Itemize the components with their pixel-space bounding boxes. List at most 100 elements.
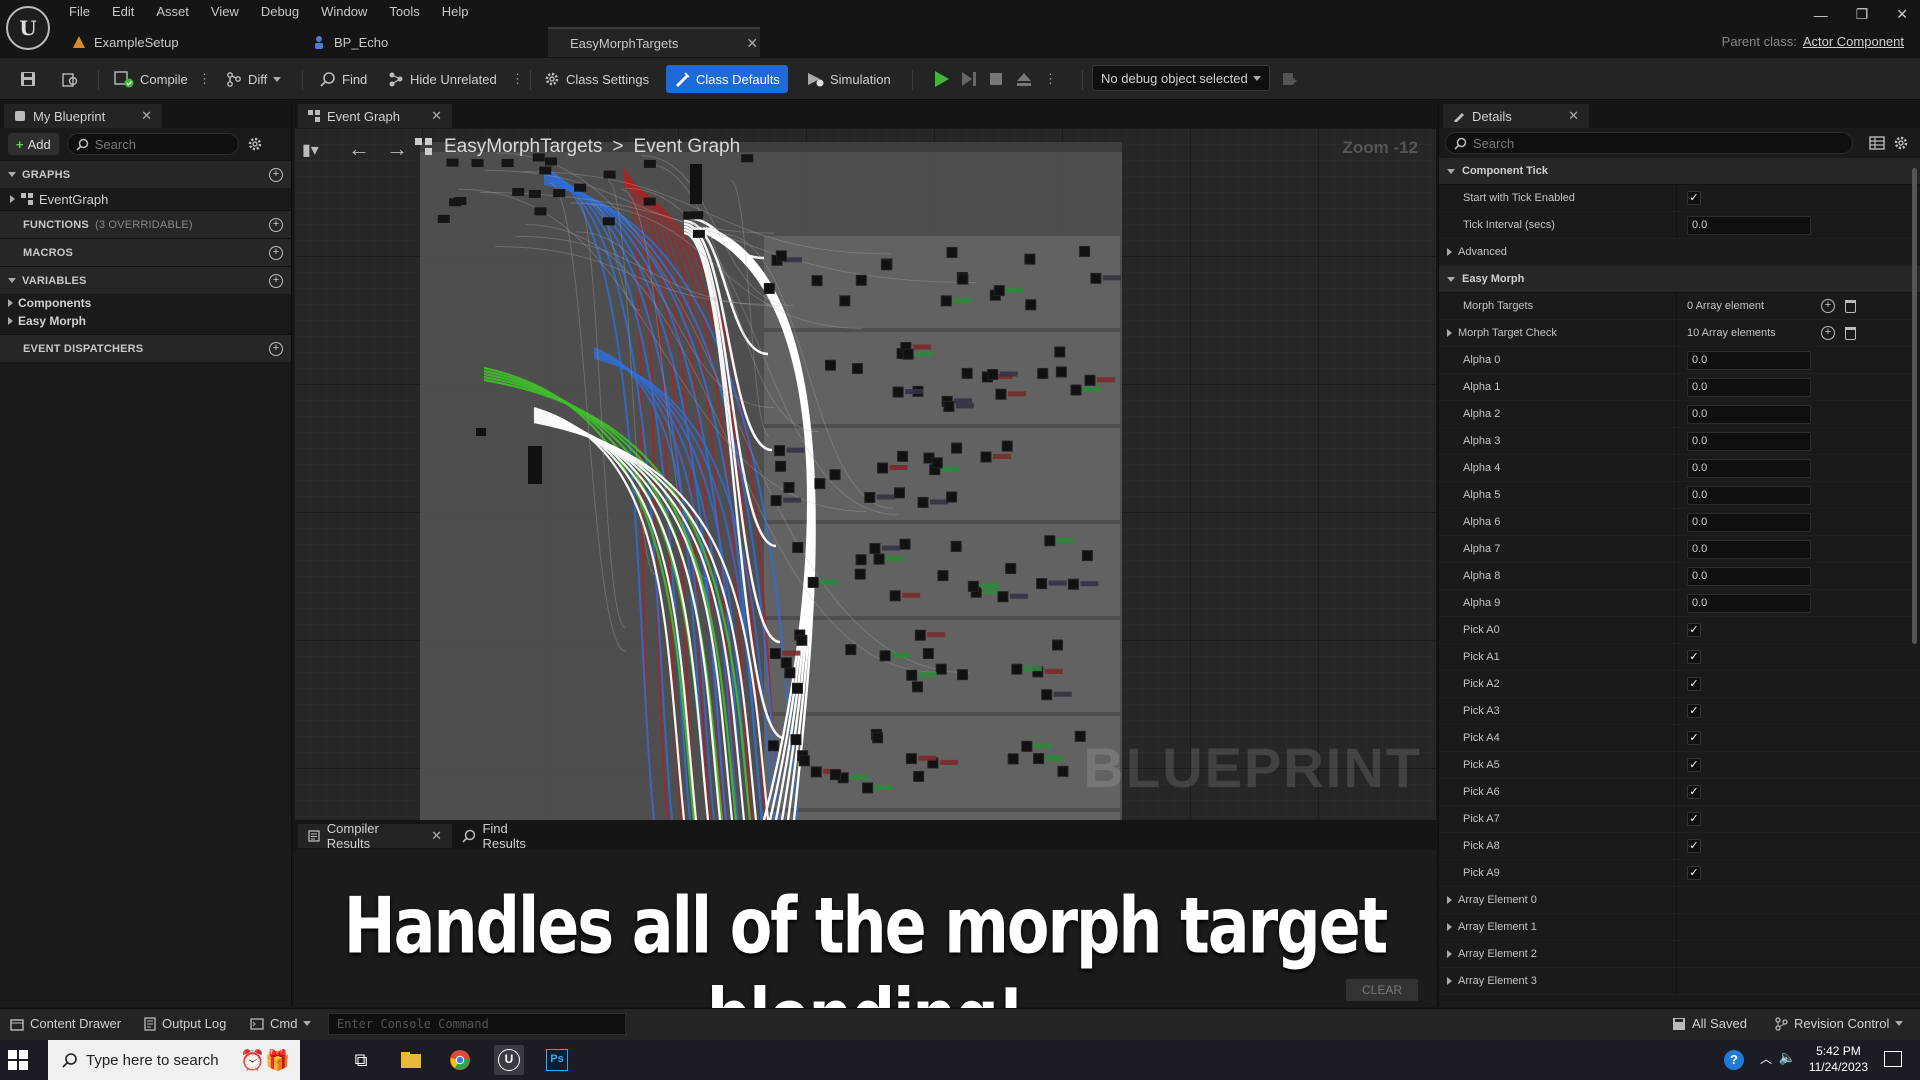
settings-gear-icon[interactable]	[247, 136, 263, 152]
graph-node[interactable]	[905, 753, 917, 765]
graph-node[interactable]	[798, 755, 810, 767]
graph-node[interactable]	[1024, 253, 1036, 265]
graph-node[interactable]	[902, 348, 914, 360]
graph-node[interactable]	[1037, 367, 1049, 379]
my-blueprint-search-input[interactable]: Search	[66, 133, 239, 155]
alpha-1-input[interactable]: 0.0	[1687, 377, 1811, 397]
task-view-icon[interactable]: ⧉	[346, 1045, 376, 1075]
compile-button[interactable]: Compile	[108, 66, 194, 92]
add-event-dispatcher-icon[interactable]: +	[269, 341, 283, 356]
graph-node[interactable]	[814, 478, 826, 490]
section-graphs[interactable]: GRAPHS +	[0, 160, 291, 188]
cmd-button[interactable]: Cmd	[250, 1016, 312, 1031]
category-easy-morph[interactable]: Easy Morph	[1439, 266, 1920, 293]
graph-node[interactable]	[1001, 440, 1013, 452]
stop-button[interactable]	[982, 66, 1010, 92]
alpha-8-input[interactable]: 0.0	[1687, 566, 1811, 586]
graph-node[interactable]	[449, 198, 462, 207]
breadcrumb-blueprint[interactable]: EasyMorphTargets	[444, 136, 602, 158]
graph-node[interactable]	[997, 591, 1009, 603]
pick-2-checkbox[interactable]: ✓	[1687, 677, 1701, 691]
graph-node[interactable]	[437, 214, 450, 223]
close-window-icon[interactable]: ✕	[1896, 6, 1908, 23]
menu-file[interactable]: File	[58, 2, 101, 22]
forward-arrow-icon[interactable]: →	[386, 136, 408, 162]
graph-node[interactable]	[1036, 578, 1048, 590]
menu-debug[interactable]: Debug	[250, 2, 310, 22]
tab-event-graph[interactable]: Event Graph ✕	[298, 104, 452, 128]
graph-node[interactable]	[940, 295, 952, 307]
back-arrow-icon[interactable]: ←	[348, 136, 370, 162]
add-element-icon[interactable]: +	[1821, 326, 1835, 340]
graph-node[interactable]	[987, 369, 999, 381]
revision-control-button[interactable]: Revision Control	[1774, 1016, 1904, 1031]
eject-button[interactable]	[1010, 66, 1038, 92]
hide-unrelated-button[interactable]: Hide Unrelated	[382, 66, 503, 92]
graph-node[interactable]	[879, 650, 891, 662]
class-defaults-button[interactable]: Class Defaults	[666, 65, 788, 93]
graph-node[interactable]	[824, 359, 836, 371]
browse-button[interactable]	[56, 66, 84, 92]
variable-category-components[interactable]: Components	[0, 294, 291, 312]
graph-node[interactable]	[602, 217, 615, 226]
start-with-tick-checkbox[interactable]: ✓	[1687, 191, 1701, 205]
close-icon[interactable]: ✕	[431, 108, 442, 124]
step-button[interactable]	[954, 66, 984, 92]
hide-unrelated-options-icon[interactable]: ⋮	[505, 66, 530, 92]
restore-icon[interactable]: ❐	[1856, 6, 1869, 23]
chevron-up-icon[interactable]: ︿	[1760, 1050, 1772, 1067]
breadcrumb-graph[interactable]: Event Graph	[634, 136, 741, 158]
graph-node[interactable]	[775, 250, 787, 262]
graph-node[interactable]	[872, 732, 884, 744]
graph-node[interactable]	[943, 400, 955, 412]
parent-class-link[interactable]: Actor Component	[1803, 34, 1904, 49]
taskbar-clock[interactable]: 5:42 PM 11/24/2023	[1809, 1043, 1868, 1075]
graph-node[interactable]	[950, 540, 962, 552]
graph-node[interactable]	[957, 669, 969, 681]
graph-node[interactable]	[770, 495, 782, 507]
alpha-9-input[interactable]: 0.0	[1687, 593, 1811, 613]
close-icon[interactable]: ✕	[1568, 108, 1579, 124]
graph-node[interactable]	[906, 669, 918, 681]
windows-start-icon[interactable]	[8, 1050, 28, 1070]
alpha-5-input[interactable]: 0.0	[1687, 485, 1811, 505]
graph-node[interactable]	[1081, 550, 1093, 562]
alpha-2-input[interactable]: 0.0	[1687, 404, 1811, 424]
graph-node[interactable]	[855, 274, 867, 286]
graph-node[interactable]	[1067, 578, 1079, 590]
graph-node[interactable]	[892, 386, 904, 398]
photoshop-icon[interactable]: Ps	[542, 1045, 572, 1075]
graph-node[interactable]	[603, 170, 616, 179]
add-function-icon[interactable]: +	[269, 217, 283, 232]
chrome-icon[interactable]	[445, 1045, 475, 1075]
graph-node[interactable]	[873, 553, 885, 565]
doc-tab-bp-echo[interactable]: BP_Echo	[298, 27, 508, 57]
graph-node[interactable]	[889, 590, 901, 602]
doc-tab-examplesetup[interactable]: ExampleSetup	[58, 27, 258, 57]
clear-button[interactable]: CLEAR	[1346, 979, 1418, 1001]
event-graph-canvas[interactable]: ▮▾ ← → EasyMorphTargets > Event Graph Zo…	[294, 128, 1436, 820]
graph-node[interactable]	[869, 543, 881, 555]
pick-8-checkbox[interactable]: ✓	[1687, 839, 1701, 853]
content-drawer-button[interactable]: Content Drawer	[10, 1016, 121, 1031]
debug-object-select[interactable]: No debug object selected	[1092, 65, 1270, 91]
menu-edit[interactable]: Edit	[101, 2, 145, 22]
pick-5-checkbox[interactable]: ✓	[1687, 758, 1701, 772]
details-scrollbar[interactable]	[1912, 168, 1917, 644]
doc-tab-easymorphtargets[interactable]: EasyMorphTargets ✕	[548, 27, 760, 57]
settings-gear-icon[interactable]	[1893, 135, 1909, 151]
alpha-7-input[interactable]: 0.0	[1687, 539, 1811, 559]
graph-node[interactable]	[807, 576, 819, 588]
graph-node[interactable]	[946, 491, 958, 503]
pick-9-checkbox[interactable]: ✓	[1687, 866, 1701, 880]
property-array-element-0[interactable]: Array Element 0	[1439, 887, 1920, 914]
add-macro-icon[interactable]: +	[269, 245, 283, 260]
save-button[interactable]	[14, 66, 42, 92]
add-element-icon[interactable]: +	[1821, 299, 1835, 313]
graph-node[interactable]	[931, 457, 943, 469]
graph-node[interactable]	[476, 428, 486, 436]
section-event-dispatchers[interactable]: EVENT DISPATCHERS +	[0, 334, 291, 362]
table-view-icon[interactable]	[1869, 136, 1885, 150]
menu-window[interactable]: Window	[310, 2, 378, 22]
section-variables[interactable]: VARIABLES +	[0, 266, 291, 294]
